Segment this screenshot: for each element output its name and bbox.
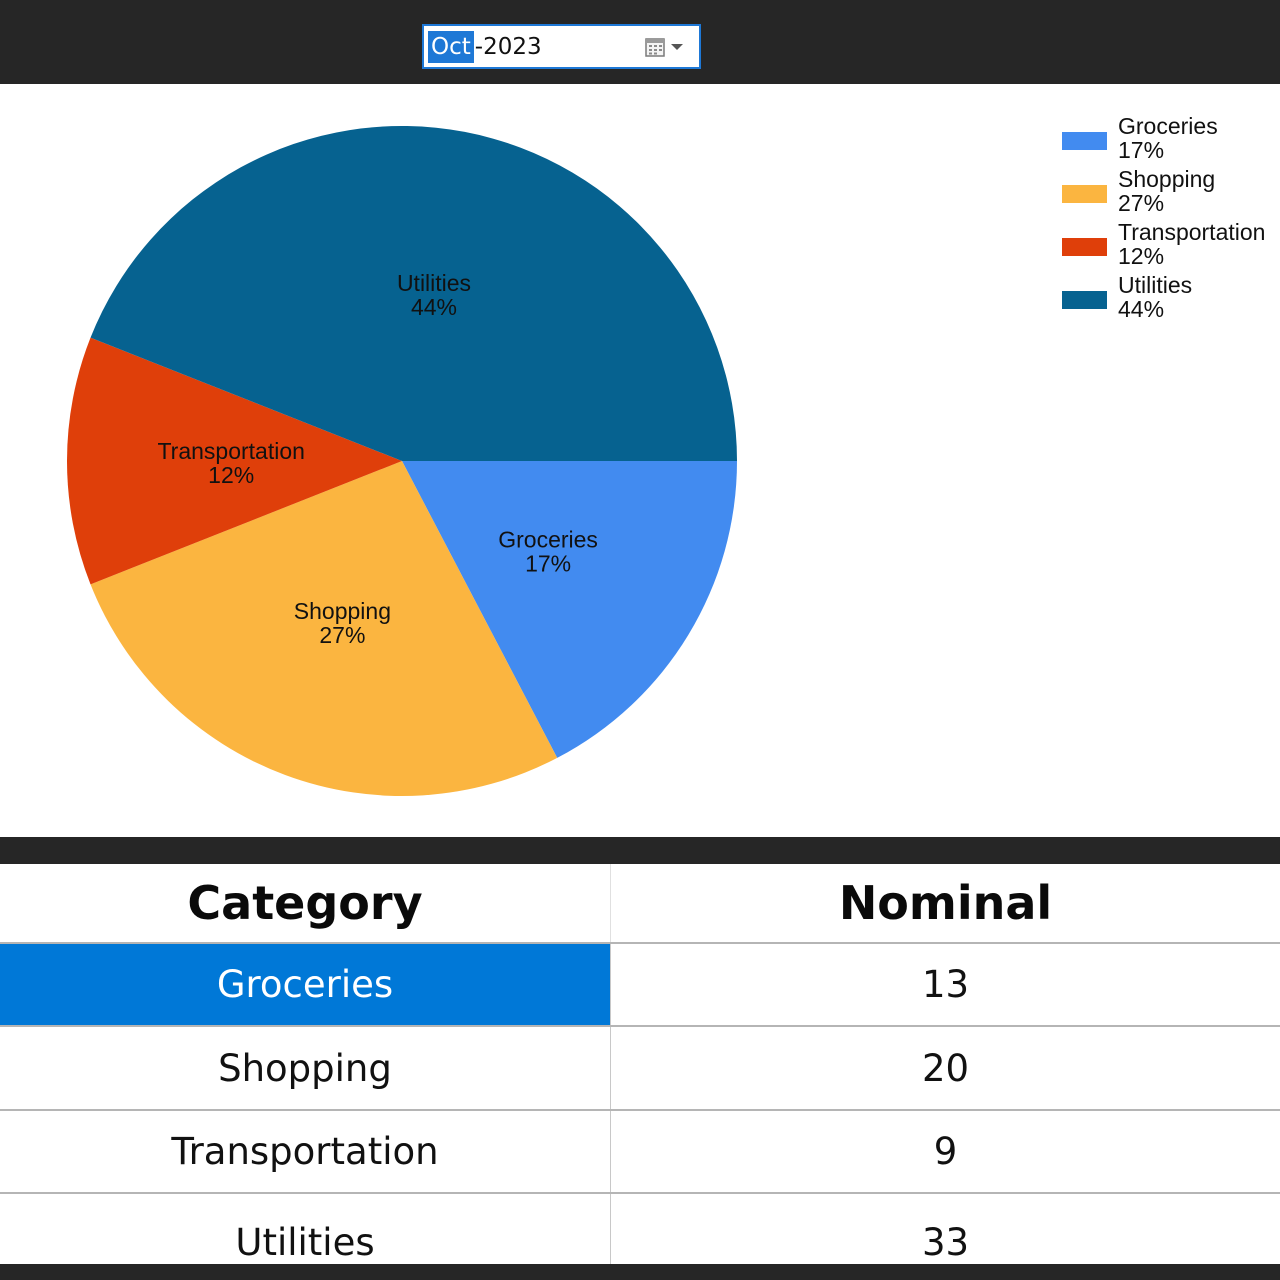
category-cell[interactable]: Shopping	[0, 1027, 611, 1109]
legend-percent: 44%	[1118, 296, 1165, 322]
chart-panel: Groceries 17% Shopping 27% Transportation 12%…	[0, 84, 1280, 837]
table-row[interactable]: Utilities 33	[0, 1194, 1280, 1264]
legend-label: Transportation 12%	[1118, 220, 1265, 268]
pie-slice-label: Transportation	[157, 438, 304, 464]
app-window: Oct -2023 Groceries 17% Shopping 27% Tra…	[0, 0, 1280, 1280]
bottom-border	[0, 1264, 1280, 1280]
legend-category: Transportation	[1118, 219, 1266, 245]
top-toolbar: Oct -2023	[0, 0, 1280, 84]
nominal-cell[interactable]: 33	[611, 1194, 1280, 1264]
category-cell[interactable]: Groceries	[0, 944, 611, 1025]
panel-splitter[interactable]	[0, 837, 1280, 864]
pie-slice-percent: 44%	[411, 294, 457, 320]
legend-category: Groceries	[1118, 113, 1218, 139]
pie-slice-label: Utilities	[397, 270, 471, 296]
nominal-cell[interactable]: 13	[611, 944, 1280, 1025]
category-cell[interactable]: Utilities	[0, 1194, 611, 1264]
date-month-segment[interactable]: Oct	[428, 30, 474, 63]
pie-slice-percent: 12%	[208, 462, 254, 488]
month-date-picker[interactable]: Oct -2023	[422, 24, 701, 69]
pie-slice-percent: 17%	[525, 551, 571, 577]
column-header-nominal[interactable]: Nominal	[611, 864, 1280, 942]
legend-swatch	[1062, 291, 1107, 309]
nominal-cell[interactable]: 9	[611, 1111, 1280, 1192]
chevron-down-icon[interactable]	[670, 42, 684, 52]
date-value[interactable]: Oct -2023	[428, 30, 542, 63]
pie-slice-percent: 27%	[319, 622, 365, 648]
legend-swatch	[1062, 238, 1107, 256]
legend-label: Shopping 27%	[1118, 167, 1215, 215]
legend-percent: 12%	[1118, 243, 1165, 269]
legend-percent: 17%	[1118, 137, 1165, 163]
nominal-cell[interactable]: 20	[611, 1027, 1280, 1109]
date-year-segment[interactable]: -2023	[474, 31, 542, 63]
legend-item-shopping[interactable]: Shopping 27%	[1062, 167, 1277, 220]
legend-category: Shopping	[1118, 166, 1216, 192]
legend-category: Utilities	[1118, 272, 1193, 298]
legend-item-transportation[interactable]: Transportation 12%	[1062, 220, 1277, 273]
column-header-category[interactable]: Category	[0, 864, 611, 942]
pie-slice-label: Shopping	[294, 598, 391, 624]
chart-legend: Groceries 17% Shopping 27% Transportation 12%…	[1062, 114, 1277, 326]
category-table: Category Nominal Groceries 13 Shopping 2…	[0, 864, 1280, 1264]
category-cell[interactable]: Transportation	[0, 1111, 611, 1192]
pie-slice-label: Groceries	[498, 527, 598, 553]
legend-label: Groceries 17%	[1118, 114, 1218, 162]
table-header-row: Category Nominal	[0, 864, 1280, 944]
legend-item-utilities[interactable]: Utilities 44%	[1062, 273, 1277, 326]
date-dropdown-button[interactable]	[645, 35, 689, 59]
legend-label: Utilities 44%	[1118, 273, 1192, 321]
table-row[interactable]: Shopping 20	[0, 1027, 1280, 1111]
legend-percent: 27%	[1118, 190, 1165, 216]
table-row[interactable]: Groceries 13	[0, 944, 1280, 1027]
pie-chart: Groceries17% Shopping27% Transportation12%…	[66, 125, 737, 797]
table-row[interactable]: Transportation 9	[0, 1111, 1280, 1194]
legend-item-groceries[interactable]: Groceries 17%	[1062, 114, 1277, 167]
legend-swatch	[1062, 185, 1107, 203]
legend-swatch	[1062, 132, 1107, 150]
calendar-icon[interactable]	[645, 37, 666, 58]
